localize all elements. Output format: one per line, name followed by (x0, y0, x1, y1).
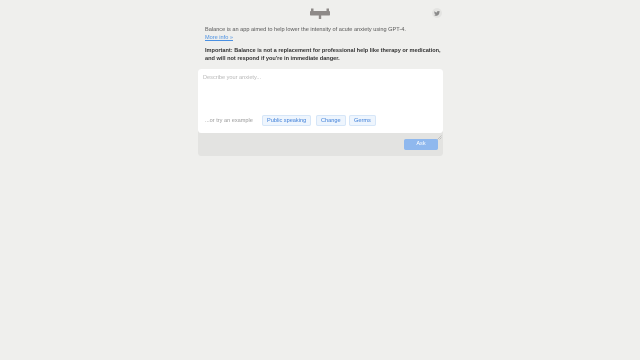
page: Balance is an app aimed to help lower th… (0, 0, 640, 360)
ask-button[interactable]: Ask (404, 139, 438, 150)
examples-label: ...or try an example (205, 118, 253, 124)
twitter-icon[interactable] (432, 8, 442, 18)
example-chip-public-speaking[interactable]: Public speaking (262, 115, 312, 126)
disclaimer-text: Important: Balance is not a replacement … (205, 48, 441, 62)
balance-logo-icon (310, 7, 330, 20)
composer-card: ...or try an example Public speaking Cha… (198, 69, 443, 140)
composer-panel: ...or try an example Public speaking Cha… (198, 69, 443, 156)
anxiety-input[interactable] (203, 75, 435, 113)
more-info-link[interactable]: More info » (205, 35, 233, 41)
resize-handle-icon[interactable] (437, 127, 442, 140)
intro-text-block: Balance is an app aimed to help lower th… (205, 27, 445, 42)
example-chip-change[interactable]: Change (316, 115, 346, 126)
intro-text: Balance is an app aimed to help lower th… (205, 27, 406, 33)
example-chip-germs[interactable]: Germs (349, 115, 376, 126)
